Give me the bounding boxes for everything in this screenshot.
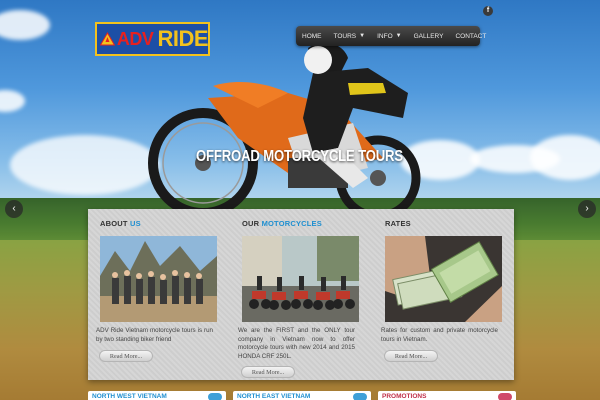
group-photo-image <box>100 236 217 322</box>
cloud <box>530 135 600 180</box>
site-logo[interactable]: ADV RIDE <box>95 22 210 56</box>
nav-label: HOME <box>302 32 322 40</box>
column-title: RATES <box>385 219 515 228</box>
nav-item-contact[interactable]: CONTACT <box>449 33 492 40</box>
chevron-down-icon: ▼ <box>395 33 402 39</box>
strip-label: NORTH EAST VIETNAM <box>237 393 311 400</box>
tour-strip-north-west[interactable]: NORTH WEST VIETNAM <box>88 391 226 400</box>
about-column: ABOUT US <box>100 209 230 228</box>
nav-item-tours[interactable]: TOURS ▼ <box>328 33 372 40</box>
content-panel: ABOUT US ADV Ride Vietnam motorcycle tou… <box>88 209 514 380</box>
column-title: ABOUT US <box>100 219 230 228</box>
nav-label: INFO <box>377 32 393 40</box>
rates-photo[interactable] <box>385 236 502 322</box>
strip-badge <box>208 393 222 400</box>
chevron-down-icon: ▼ <box>359 33 366 39</box>
motorcycles-image <box>242 236 359 322</box>
slider-next-icon[interactable]: › <box>578 200 596 218</box>
motorcycles-description: We are the FIRST and the ONLY tour compa… <box>238 327 355 360</box>
logo-adv-text: ADV <box>116 28 154 49</box>
rates-read-more-button[interactable]: Read More... <box>384 350 438 362</box>
hero-tagline: OFFROAD MOTORCYCLE TOURS <box>196 148 403 165</box>
title-highlight: US <box>129 219 141 228</box>
rates-description: Rates for custom and private motorcycle … <box>381 327 498 343</box>
title-text: ABOUT <box>100 219 130 228</box>
money-image <box>385 236 502 322</box>
nav-item-gallery[interactable]: GALLERY <box>408 33 450 40</box>
column-title: OUR MOTORCYCLES <box>242 219 372 228</box>
motorcycles-column: OUR MOTORCYCLES <box>242 209 372 228</box>
promotions-strip[interactable]: PROMOTIONS <box>378 391 516 400</box>
motorcycles-photo[interactable] <box>242 236 359 322</box>
page: ADV RIDE f HOME TOURS ▼ INFO ▼ GALLERY CON… <box>0 0 600 400</box>
slider-prev-icon[interactable]: ‹ <box>5 200 23 218</box>
nav-label: CONTACT <box>455 32 487 40</box>
rates-column: RATES <box>385 209 515 228</box>
strip-label: NORTH WEST VIETNAM <box>92 393 167 400</box>
nav-item-info[interactable]: INFO ▼ <box>371 33 407 40</box>
about-description: ADV Ride Vietnam motorcycle tours is run… <box>96 327 213 343</box>
tour-strip-north-east[interactable]: NORTH EAST VIETNAM <box>233 391 371 400</box>
warning-triangle-icon <box>100 32 115 46</box>
nav-label: TOURS <box>333 32 357 40</box>
about-read-more-button[interactable]: Read More... <box>99 350 153 362</box>
motorcycle-rider-image <box>148 42 421 218</box>
about-photo[interactable] <box>100 236 217 322</box>
title-highlight: MOTORCYCLES <box>261 219 322 228</box>
nav-label: GALLERY <box>413 32 444 40</box>
title-text: OUR <box>242 219 262 228</box>
logo-ride-text: RIDE <box>157 26 208 51</box>
facebook-icon[interactable]: f <box>483 6 493 16</box>
main-nav: HOME TOURS ▼ INFO ▼ GALLERY CONTACT <box>296 26 486 46</box>
strip-badge <box>498 393 512 400</box>
motorcycles-read-more-button[interactable]: Read More... <box>241 366 295 378</box>
nav-item-home[interactable]: HOME <box>296 33 328 40</box>
strip-badge <box>353 393 367 400</box>
strip-label: PROMOTIONS <box>382 393 427 400</box>
title-text: RATES <box>385 219 411 228</box>
